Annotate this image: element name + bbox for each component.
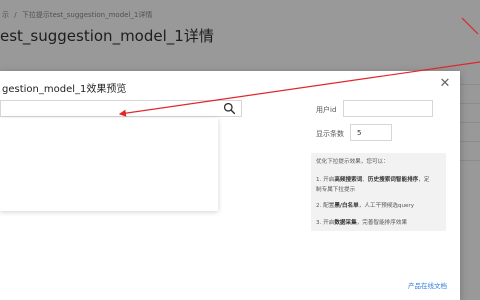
tip-item-1-line2: 制专属下拉提示 [316, 187, 356, 193]
tip-text: 1. 开启 [316, 177, 335, 183]
tip-text: ，人工干预候选query [358, 203, 415, 209]
tip-text: 3. 开启 [316, 220, 335, 226]
preview-modal: gestion_model_1效果预览 ✕ 用户id 显示条数 优化下拉提示效果… [0, 71, 460, 300]
tip-item-1: 1. 开启高频搜索词、历史搜索词智能排序，定 [316, 175, 429, 183]
user-id-field[interactable] [343, 100, 433, 117]
modal-title: gestion_model_1效果预览 [2, 84, 127, 95]
tip-item-2: 2. 配置黑/白名单，人工干预候选query [316, 201, 414, 209]
search-input[interactable] [1, 101, 224, 116]
display-count-label: 显示条数 [316, 130, 344, 138]
tip-text: 2. 配置 [316, 203, 335, 209]
tip-bold: 历史搜索词智能排序 [367, 177, 419, 183]
tip-bold: 高频搜索词 [334, 177, 363, 183]
user-id-label: 用户id [316, 106, 337, 114]
search-box [0, 100, 242, 117]
tip-text: ，完善智能排序效果 [356, 220, 408, 226]
tips-heading: 优化下拉提示效果，您可以： [316, 159, 389, 165]
display-count-field[interactable] [350, 124, 392, 141]
product-doc-link[interactable]: 产品在线文档 [408, 280, 447, 290]
tip-text: ，定 [418, 177, 430, 183]
tip-bold: 黑/白名单 [334, 203, 359, 209]
tip-bold: 数据采集 [334, 220, 357, 226]
search-icon[interactable] [223, 102, 236, 115]
close-icon[interactable]: ✕ [438, 77, 452, 91]
tips-box: 优化下拉提示效果，您可以： 1. 开启高频搜索词、历史搜索词智能排序，定 制专属… [311, 153, 446, 231]
suggestion-dropdown [0, 118, 218, 211]
tip-item-3: 3. 开启数据采集，完善智能排序效果 [316, 218, 407, 226]
